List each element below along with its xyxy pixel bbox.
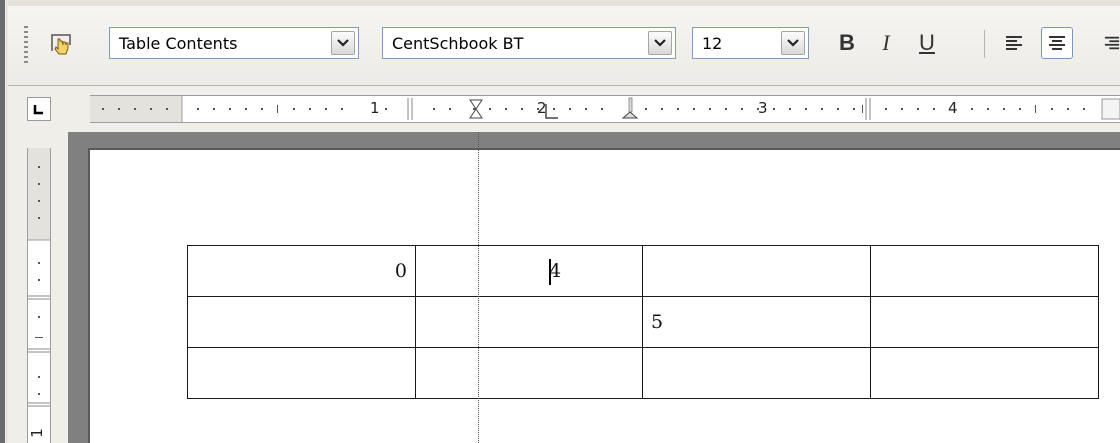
bold-button[interactable]: B xyxy=(831,27,863,59)
cell-value: 4 xyxy=(549,260,562,282)
cell-value xyxy=(871,297,1098,311)
italic-button[interactable]: I xyxy=(870,27,902,59)
cell-value xyxy=(416,348,642,362)
underline-button[interactable]: U xyxy=(911,27,943,59)
toolbar-grip-handle[interactable] xyxy=(24,26,28,64)
ruler-label: 4 xyxy=(948,99,958,117)
table-row xyxy=(187,347,1099,399)
document-table[interactable]: 0 4 5 xyxy=(187,245,1099,399)
table-cell[interactable] xyxy=(642,245,871,297)
cell-value xyxy=(871,348,1098,362)
paragraph-style-value: Table Contents xyxy=(119,33,238,53)
table-cell[interactable] xyxy=(187,296,416,348)
cell-value: 5 xyxy=(651,311,664,333)
toolbar-top-edge xyxy=(8,0,1120,6)
table-cell[interactable]: 5 xyxy=(642,296,871,348)
font-name-combo[interactable]: CentSchbook BT xyxy=(382,27,676,59)
chevron-down-icon[interactable] xyxy=(331,31,355,55)
table-cell[interactable]: 4 xyxy=(415,245,643,297)
chevron-down-icon[interactable] xyxy=(648,31,672,55)
align-right-icon[interactable] xyxy=(1084,27,1120,59)
cell-value: 0 xyxy=(394,260,407,282)
font-size-value: 12 xyxy=(702,33,723,53)
left-tab-stop-icon[interactable] xyxy=(27,97,51,121)
vertical-ruler-label: 1 xyxy=(27,428,46,438)
font-size-combo[interactable]: 12 xyxy=(692,27,809,59)
cell-value xyxy=(188,297,415,311)
horizontal-ruler[interactable]: 1 2 3 4 xyxy=(90,95,1120,123)
cell-value xyxy=(871,246,1098,260)
cell-value xyxy=(643,246,870,260)
tab-position-guide-line xyxy=(478,132,479,443)
cell-value xyxy=(643,348,870,362)
cell-value xyxy=(416,297,642,311)
table-cell[interactable] xyxy=(187,347,416,399)
ruler-label: 2 xyxy=(537,99,547,117)
table-cell[interactable] xyxy=(870,296,1099,348)
table-cell[interactable]: 0 xyxy=(187,245,416,297)
table-cell[interactable] xyxy=(415,347,643,399)
text-cursor xyxy=(549,259,551,285)
ruler-label: 3 xyxy=(758,99,768,117)
cell-value xyxy=(188,348,415,362)
paragraph-style-combo[interactable]: Table Contents xyxy=(109,27,359,59)
vertical-ruler[interactable]: 1 xyxy=(27,148,51,443)
hand-navigator-icon[interactable] xyxy=(47,28,77,60)
font-name-value: CentSchbook BT xyxy=(392,33,524,53)
table-cell[interactable] xyxy=(870,245,1099,297)
table-row: 5 xyxy=(187,296,1099,348)
align-center-icon[interactable] xyxy=(1041,27,1073,59)
ruler-label: 1 xyxy=(370,99,380,117)
table-cell[interactable] xyxy=(870,347,1099,399)
table-cell[interactable] xyxy=(415,296,643,348)
toolbar-separator xyxy=(984,30,985,58)
chevron-down-icon[interactable] xyxy=(781,31,805,55)
table-row: 0 4 xyxy=(187,245,1099,297)
align-left-icon[interactable] xyxy=(998,27,1030,59)
table-cell[interactable] xyxy=(642,347,871,399)
